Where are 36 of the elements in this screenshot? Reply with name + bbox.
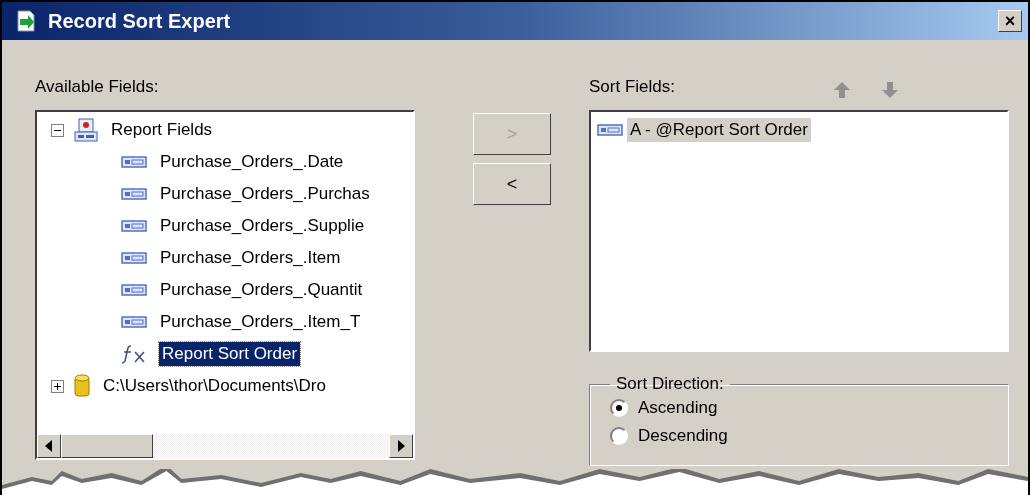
- scroll-right-icon[interactable]: [397, 440, 405, 452]
- available-fields-label: Available Fields:: [35, 76, 160, 98]
- tree-item[interactable]: C:\Users\thor\Documents\Dro: [100, 374, 329, 398]
- tree-item[interactable]: Purchase_Orders_.Purchas: [157, 182, 373, 206]
- app-icon: [14, 9, 38, 33]
- report-fields-icon: [74, 118, 98, 142]
- field-icon: [121, 316, 147, 328]
- field-icon: [121, 220, 147, 232]
- tree-item[interactable]: Purchase_Orders_.Quantit: [157, 278, 366, 302]
- field-icon: [121, 188, 147, 200]
- tree-item[interactable]: Purchase_Orders_.Supplie: [157, 214, 368, 238]
- sort-fields-label: Sort Fields:: [589, 76, 675, 98]
- sort-field-item[interactable]: A - @Report Sort Order: [627, 118, 811, 142]
- field-icon: [121, 284, 147, 296]
- radio-label[interactable]: Ascending: [638, 396, 718, 420]
- close-button[interactable]: ×: [998, 10, 1022, 32]
- radio-button[interactable]: [610, 399, 628, 417]
- database-icon: [74, 374, 90, 398]
- scroll-thumb[interactable]: [61, 434, 153, 458]
- expand-toggle[interactable]: [51, 379, 64, 393]
- tree-item[interactable]: Purchase_Orders_.Date: [157, 150, 347, 174]
- tree-item[interactable]: Report Fields: [108, 118, 216, 142]
- tree-item[interactable]: Report Sort Order: [159, 342, 301, 366]
- horizontal-scrollbar[interactable]: [37, 434, 413, 458]
- tree-item[interactable]: Purchase_Orders_.Item_T: [157, 310, 364, 334]
- scroll-left-icon[interactable]: [45, 440, 53, 452]
- remove-field-button[interactable]: <: [473, 163, 551, 205]
- sort-direction-label: Sort Direction:: [615, 374, 725, 394]
- window-title: Record Sort Expert: [48, 9, 232, 33]
- field-icon: [121, 252, 147, 264]
- field-icon: [121, 156, 147, 168]
- collapse-toggle[interactable]: [51, 123, 64, 137]
- radio-label[interactable]: Descending: [638, 424, 728, 448]
- radio-button[interactable]: [610, 427, 628, 445]
- field-icon: [597, 124, 623, 136]
- tree-item[interactable]: Purchase_Orders_.Item: [157, 246, 344, 270]
